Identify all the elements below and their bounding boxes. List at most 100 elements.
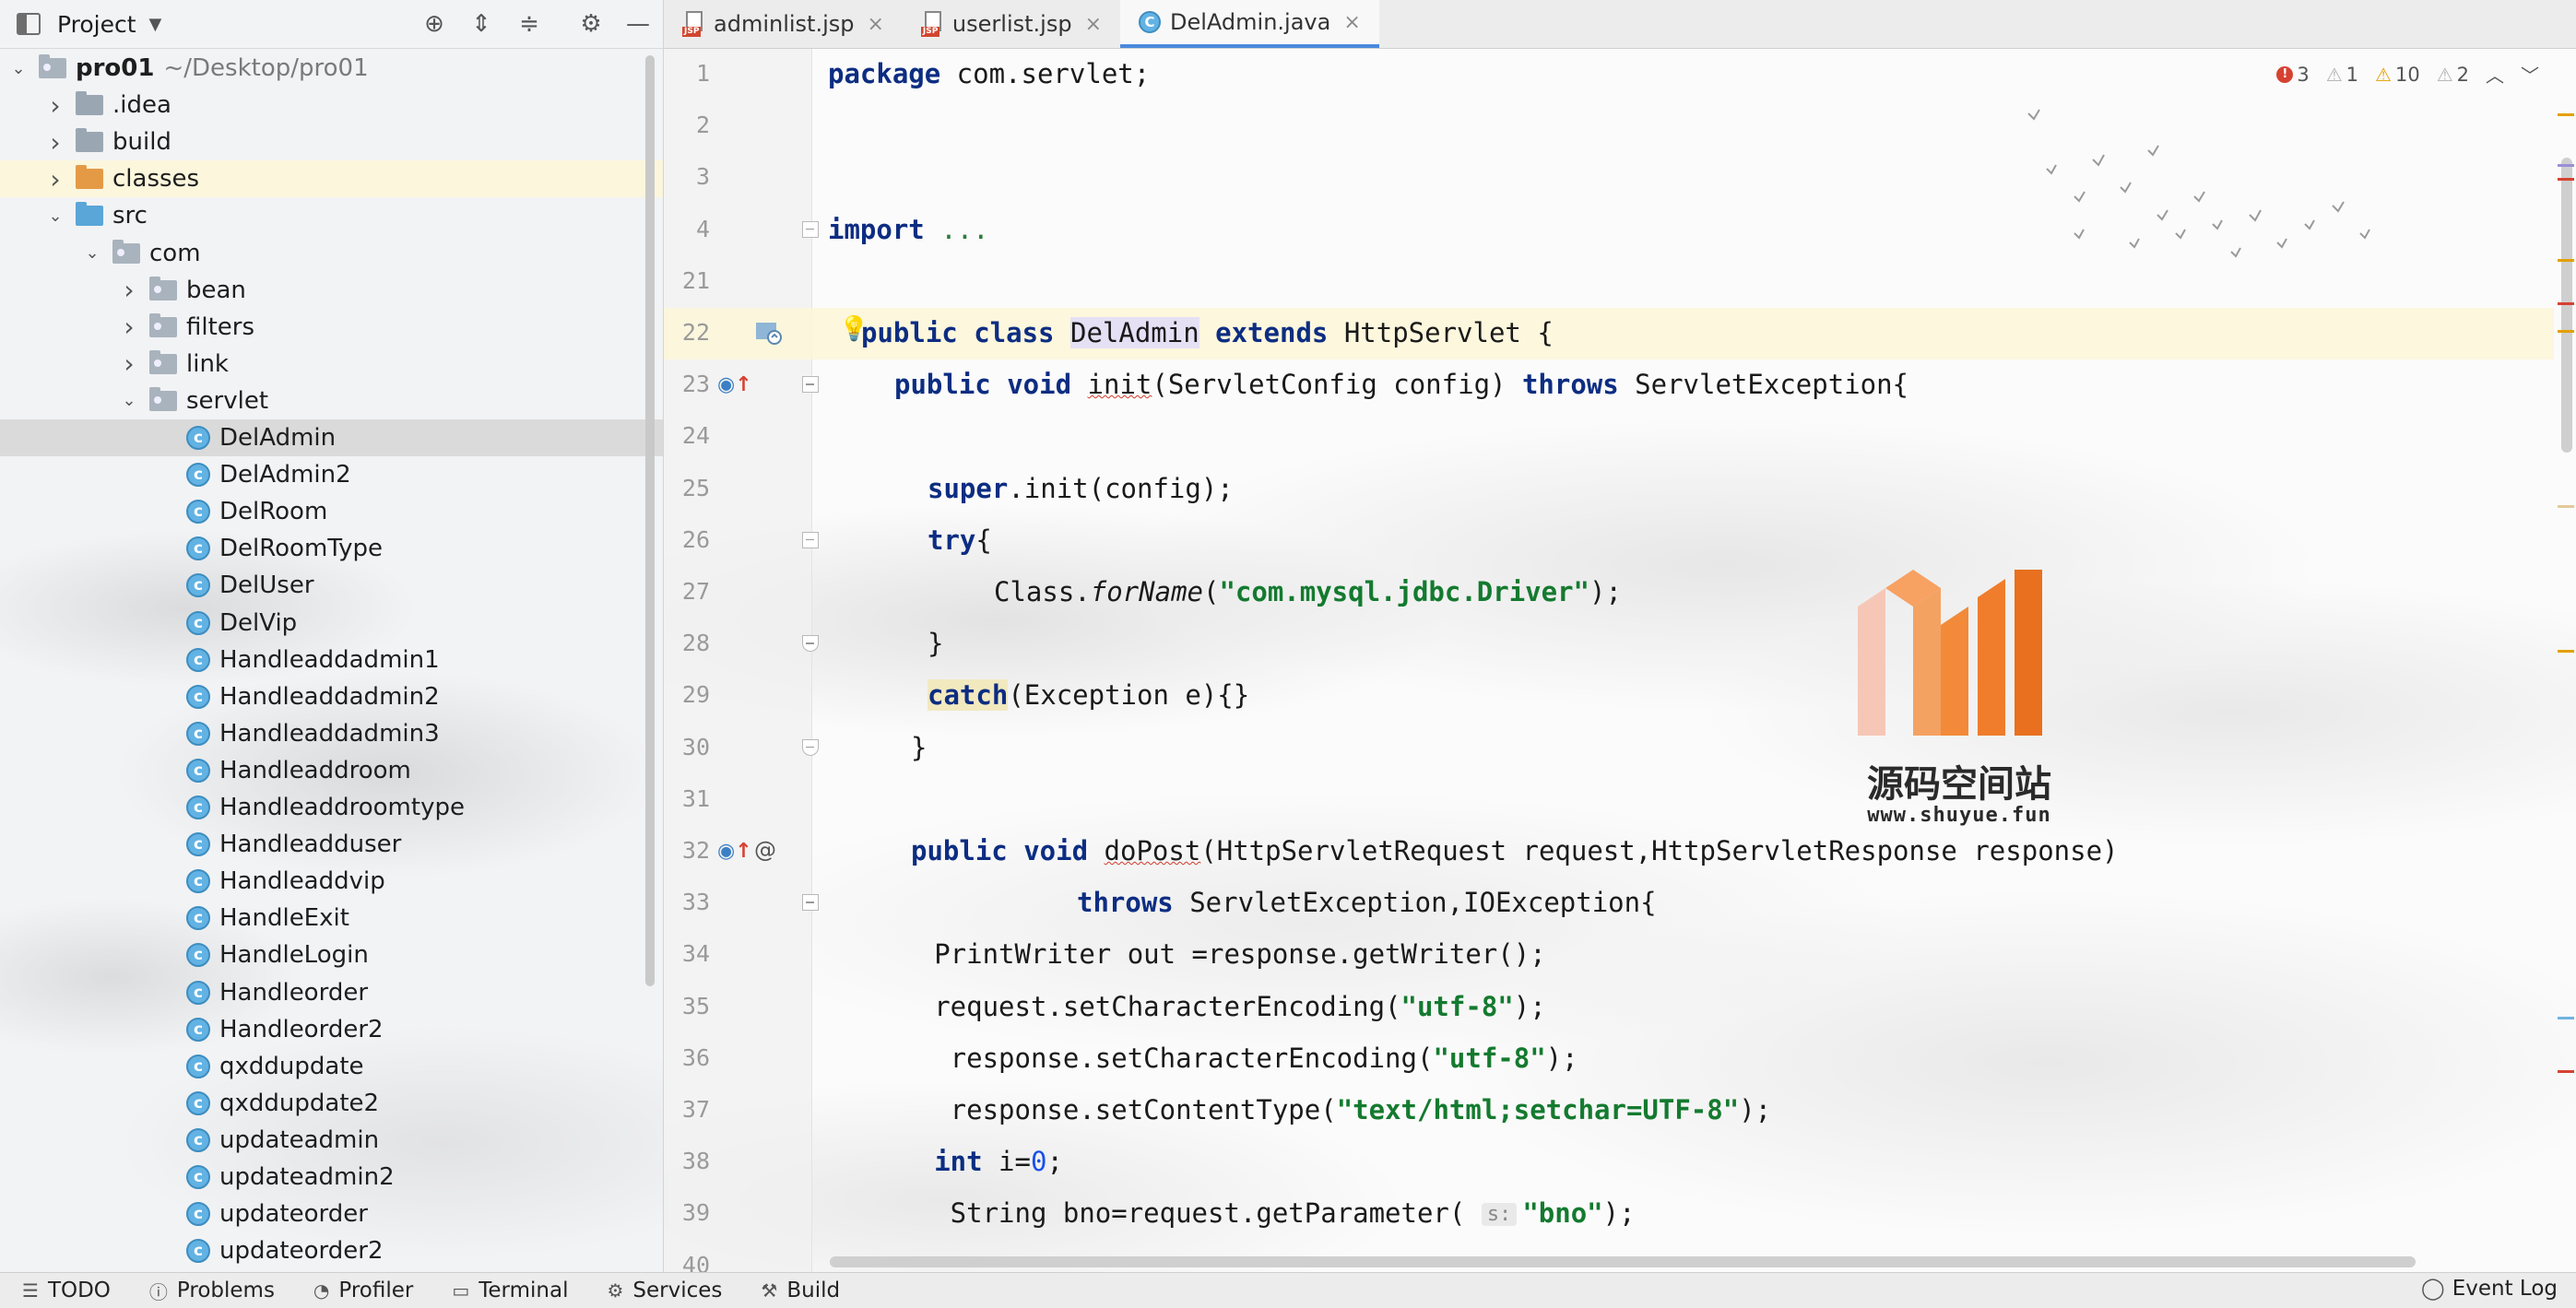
code-line[interactable]: 2 xyxy=(664,100,2554,152)
tool-button-services[interactable]: ⚙ Services xyxy=(607,1279,722,1302)
code-text[interactable]: PrintWriter out =response.getWriter(); xyxy=(934,938,1545,970)
tree-item-class[interactable]: c updateorder2 xyxy=(0,1232,663,1269)
tree-item-folder[interactable]: › classes xyxy=(0,160,663,198)
code-text[interactable]: package com.servlet; xyxy=(828,58,1150,89)
code-text[interactable]: response.setContentType("text/html;setch… xyxy=(934,1094,1771,1125)
chevron-up-icon[interactable]: ︿ xyxy=(2486,61,2504,88)
code-line[interactable]: 32 ◉↑ @ public void doPost(HttpServletReque… xyxy=(664,826,2554,878)
chevron-down-icon[interactable]: ⌄ xyxy=(46,206,65,226)
code-text[interactable]: public class DelAdmin extends HttpServle… xyxy=(861,317,1554,348)
override-method-icon[interactable]: ◉↑ xyxy=(717,837,752,863)
locate-icon[interactable]: ⊕ xyxy=(419,9,449,39)
code-line[interactable]: 25 super.init(config); xyxy=(664,464,2554,515)
tree-item-class[interactable]: c qxddupdate2 xyxy=(0,1085,663,1122)
editor-vertical-scrollbar[interactable] xyxy=(2561,158,2572,453)
line-number[interactable]: 4 xyxy=(664,216,710,242)
tree-item-class[interactable]: c DelAdmin xyxy=(0,419,663,456)
hide-panel-icon[interactable]: — xyxy=(623,9,653,39)
tree-item-folder[interactable]: › link xyxy=(0,346,663,383)
code-text[interactable]: try{ xyxy=(928,524,992,556)
line-number[interactable]: 32 xyxy=(664,837,710,864)
code-text[interactable]: String bno=request.getParameter( s: "bno"… xyxy=(934,1197,1636,1229)
editor-tab[interactable]: JSP adminlist.jsp × xyxy=(664,0,903,48)
chevron-right-icon[interactable]: › xyxy=(120,348,138,379)
gear-icon[interactable]: ⚙ xyxy=(576,9,606,39)
code-line[interactable]: 24 xyxy=(664,411,2554,463)
fold-icon[interactable] xyxy=(802,531,819,548)
tool-button-profiler[interactable]: ◔ Profiler xyxy=(313,1279,413,1302)
line-number[interactable]: 31 xyxy=(664,785,710,812)
error-marker[interactable] xyxy=(2558,302,2574,305)
close-icon[interactable]: × xyxy=(867,13,883,36)
code-text[interactable]: public void doPost(HttpServletRequest re… xyxy=(911,835,2119,866)
chevron-right-icon[interactable]: › xyxy=(46,127,65,158)
line-number[interactable]: 40 xyxy=(664,1252,710,1272)
code-line[interactable]: 34 PrintWriter out =response.getWriter(); xyxy=(664,929,2554,981)
code-line[interactable]: 30} xyxy=(664,723,2554,774)
editor-horizontal-scrollbar[interactable] xyxy=(830,1256,2416,1267)
editor-tab[interactable]: JSP userlist.jsp × xyxy=(903,0,1120,48)
line-number[interactable]: 37 xyxy=(664,1096,710,1123)
line-number[interactable]: 2 xyxy=(664,112,710,138)
inspection-widget[interactable]: ! 3 ⚠ 1 ⚠ 10 ⚠ 2 ︿ ﹀ xyxy=(2276,61,2539,88)
line-number[interactable]: 33 xyxy=(664,889,710,915)
code-line[interactable]: 21 xyxy=(664,256,2554,308)
line-number[interactable]: 23 xyxy=(664,371,710,397)
tree-item-folder[interactable]: › build xyxy=(0,124,663,160)
fold-end-icon[interactable] xyxy=(802,738,819,756)
line-number[interactable]: 1 xyxy=(664,60,710,87)
line-number[interactable]: 36 xyxy=(664,1044,710,1071)
warning-marker[interactable] xyxy=(2558,650,2574,653)
line-number[interactable]: 30 xyxy=(664,734,710,760)
code-line[interactable]: 23 ◉↑ public void init(ServletConfig confi… xyxy=(664,359,2554,411)
tree-item-class[interactable]: c Handleaddadmin2 xyxy=(0,678,663,715)
tree-item-class[interactable]: c updateadmin xyxy=(0,1122,663,1159)
code-text[interactable]: } xyxy=(928,628,943,659)
tree-item-class[interactable]: c DelRoom xyxy=(0,493,663,530)
line-number[interactable]: 25 xyxy=(664,475,710,501)
tool-button-build[interactable]: ⚒ Build xyxy=(761,1279,840,1302)
tree-item-folder[interactable]: ⌄ com xyxy=(0,235,663,272)
line-number[interactable]: 28 xyxy=(664,630,710,656)
collapse-all-icon[interactable]: ≑ xyxy=(514,9,544,39)
code-line[interactable]: 36 response.setCharacterEncoding("utf-8"… xyxy=(664,1033,2554,1085)
fold-icon[interactable] xyxy=(802,376,819,394)
tree-item-folder[interactable]: › .idea xyxy=(0,87,663,124)
code-line[interactable]: 4 import ... xyxy=(664,205,2554,256)
tree-item-folder[interactable]: ⌄ pro01 ~/Desktop/pro01 xyxy=(0,50,647,87)
code-line[interactable]: 29 catch(Exception e){} xyxy=(664,670,2554,722)
tree-scrollbar[interactable] xyxy=(645,55,655,986)
chevron-right-icon[interactable]: › xyxy=(120,312,138,342)
tree-item-class[interactable]: c Handleaddadmin3 xyxy=(0,715,663,752)
line-number[interactable]: 29 xyxy=(664,681,710,708)
code-line[interactable]: 3 xyxy=(664,152,2554,204)
tree-item-class[interactable]: c Handleaddroomtype xyxy=(0,789,663,826)
code-text[interactable]: request.setCharacterEncoding("utf-8"); xyxy=(934,991,1545,1022)
tool-button-todo[interactable]: ☰ TODO xyxy=(22,1279,111,1302)
chevron-down-icon[interactable]: ﹀ xyxy=(2521,61,2539,88)
code-line[interactable]: 22 💡 public class DelAdmin extends HttpSer… xyxy=(664,308,2554,359)
override-method-icon[interactable]: ◉↑ xyxy=(717,371,752,396)
code-line[interactable]: 27 Class.forName("com.mysql.jdbc.Driver")… xyxy=(664,567,2554,619)
line-number[interactable]: 38 xyxy=(664,1148,710,1174)
error-marker[interactable] xyxy=(2558,1070,2574,1073)
typos-count[interactable]: ⚠ 2 xyxy=(2437,64,2469,86)
code-line[interactable]: 31 xyxy=(664,774,2554,826)
error-stripe[interactable] xyxy=(2554,49,2576,1247)
tree-item-class[interactable]: c Handleaddroom xyxy=(0,752,663,789)
tree-item-class[interactable]: c updateorder xyxy=(0,1196,663,1232)
chevron-down-icon[interactable]: ⌄ xyxy=(83,243,101,263)
line-number[interactable]: 3 xyxy=(664,163,710,190)
code-text[interactable]: response.setCharacterEncoding("utf-8"); xyxy=(934,1043,1578,1074)
tree-item-class[interactable]: c DelAdmin2 xyxy=(0,456,663,493)
chevron-right-icon[interactable]: › xyxy=(120,275,138,305)
code-text[interactable]: import ... xyxy=(828,214,989,245)
tree-item-class[interactable]: c Handleorder xyxy=(0,974,663,1011)
tree-item-folder[interactable]: ⌄ servlet xyxy=(0,383,663,419)
tree-item-class[interactable]: c Handleorder2 xyxy=(0,1011,663,1048)
code-line[interactable]: 26 try{ xyxy=(664,515,2554,567)
code-line[interactable]: 33 throws ServletException,IOException{ xyxy=(664,878,2554,929)
tree-item-class[interactable]: c HandleLogin xyxy=(0,937,663,973)
project-panel-title[interactable]: Project xyxy=(57,11,136,38)
error-marker[interactable] xyxy=(2558,178,2574,181)
